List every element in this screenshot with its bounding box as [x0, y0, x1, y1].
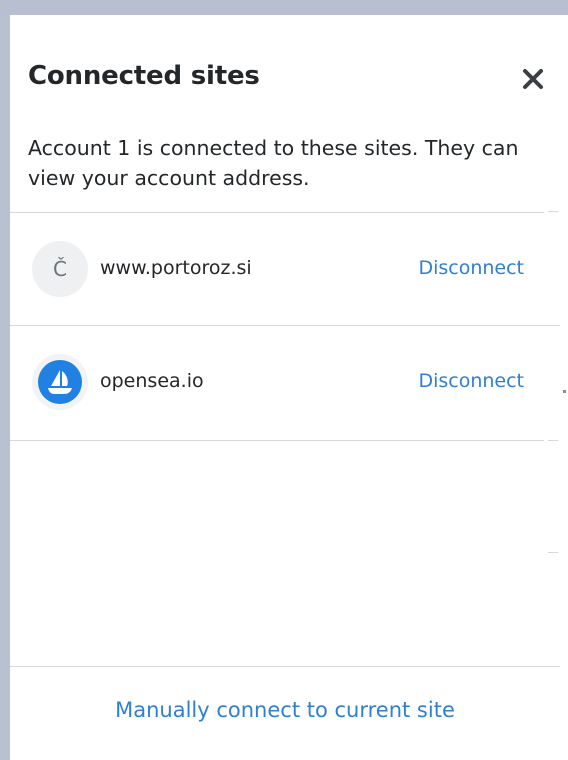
dialog-header: Connected sites [28, 61, 548, 101]
footer-divider [10, 666, 560, 667]
top-strip [0, 0, 568, 15]
site-name: opensea.io [100, 370, 204, 392]
site-row-portoroz: Č www.portoroz.si Disconnect [10, 213, 560, 325]
background-divider [548, 552, 558, 553]
opensea-logo-icon [38, 360, 82, 404]
dialog-title: Connected sites [28, 61, 260, 91]
divider [10, 440, 544, 441]
background-divider [548, 211, 558, 212]
manually-connect-link[interactable]: Manually connect to current site [10, 698, 560, 722]
close-button[interactable] [518, 61, 548, 97]
close-icon [523, 69, 543, 89]
opensea-logo-icon [32, 354, 88, 410]
background-marker [563, 390, 566, 393]
site-row-opensea: opensea.io Disconnect [10, 326, 560, 438]
background-edge [560, 15, 568, 760]
site-favicon-letter-icon: Č [32, 241, 88, 297]
dialog-description: Account 1 is connected to these sites. T… [28, 136, 519, 190]
connected-sites-dialog: Connected sites Account 1 is connected t… [10, 15, 560, 760]
site-name: www.portoroz.si [100, 257, 252, 279]
extension-window: Connected sites Account 1 is connected t… [0, 0, 568, 760]
background-divider [548, 325, 558, 326]
disconnect-button[interactable]: Disconnect [418, 257, 524, 279]
background-divider [548, 440, 558, 441]
disconnect-button[interactable]: Disconnect [418, 370, 524, 392]
